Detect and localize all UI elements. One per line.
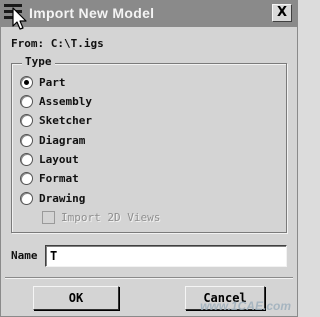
radio-button[interactable]: [20, 114, 33, 127]
radio-button[interactable]: [20, 153, 33, 166]
button-divider: [5, 277, 293, 279]
ok-button[interactable]: OK: [33, 286, 119, 310]
radio-label-layout: Layout: [39, 153, 79, 166]
dialog-title: Import New Model: [29, 5, 155, 21]
radio-button[interactable]: [20, 95, 33, 108]
radio-button-selected[interactable]: [20, 76, 33, 89]
type-group-legend: Type: [22, 55, 55, 68]
import-2d-views-checkbox: [42, 211, 55, 224]
name-input[interactable]: [45, 245, 287, 267]
radio-button[interactable]: [20, 134, 33, 147]
radio-label-format: Format: [39, 172, 79, 185]
from-path-label: From: C:\T.igs: [11, 37, 104, 50]
radio-label-sketcher: Sketcher: [39, 114, 92, 127]
title-bar[interactable]: Import New Model X: [1, 1, 297, 27]
radio-button[interactable]: [20, 192, 33, 205]
radio-button[interactable]: [20, 172, 33, 185]
radio-label-drawing: Drawing: [39, 192, 86, 205]
type-group: Type Part Assembly Sketcher Diagram Layo…: [11, 55, 287, 233]
import-2d-views-label: Import 2D Views: [61, 211, 161, 224]
radio-label-part: Part: [39, 76, 66, 89]
radio-label-assembly: Assembly: [39, 95, 92, 108]
watermark-text: www.1CAE.com: [200, 299, 291, 313]
import-new-model-dialog: Import New Model X From: C:\T.igs Type P…: [0, 0, 298, 317]
close-button[interactable]: X: [272, 4, 292, 22]
radio-label-diagram: Diagram: [39, 134, 86, 147]
name-label: Name: [11, 249, 38, 262]
mouse-pointer-icon: [12, 7, 27, 30]
